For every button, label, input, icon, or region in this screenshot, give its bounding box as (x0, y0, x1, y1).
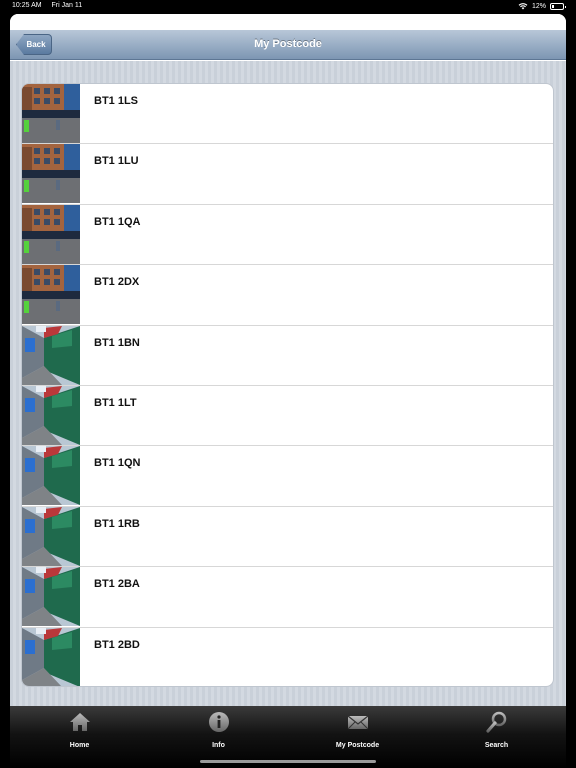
tab-label: Home (69, 742, 90, 749)
postcode-label: BT1 2BA (94, 578, 140, 591)
list-item[interactable]: BT1 1LT (22, 385, 553, 447)
list-item[interactable]: BT1 1QA (22, 204, 553, 266)
location-photo-thumbnail (22, 325, 80, 385)
status-bar: 10:25 AM Fri Jan 11 12% (0, 0, 576, 12)
tab-label: Info (212, 742, 225, 749)
postcode-label: BT1 2BD (94, 638, 140, 651)
location-photo-thumbnail (22, 627, 80, 686)
status-date: Fri Jan 11 (51, 2, 83, 9)
tab-search[interactable]: Search (427, 706, 566, 768)
postcode-label: BT1 1BN (94, 336, 140, 349)
envelope-icon (347, 715, 368, 730)
list-item[interactable]: BT1 1LS (22, 84, 553, 145)
page-title: My Postcode (254, 38, 322, 50)
postcode-label: BT1 1LT (94, 396, 137, 409)
tab-label: My Postcode (335, 742, 380, 749)
wifi-icon (518, 3, 528, 10)
tab-info[interactable]: Info (149, 706, 288, 768)
postcode-label: BT1 2DX (94, 276, 140, 289)
list-item[interactable]: BT1 1BN (22, 325, 553, 386)
postcode-label: BT1 1QA (94, 215, 141, 228)
content-area: BT1 1LS BT1 1LU BT1 1QA BT1 2DX BT1 1BN BT1 1… (10, 61, 566, 706)
magnifier-icon (485, 711, 506, 733)
tab-home[interactable]: Home (10, 706, 149, 768)
location-photo-thumbnail (22, 265, 80, 325)
list-item[interactable]: BT1 2BA (22, 567, 553, 628)
list-item[interactable]: BT1 1LU (22, 144, 553, 205)
tab-bar: Home Info My Postcode Search (10, 706, 566, 768)
home-indicator[interactable] (200, 760, 376, 763)
postcode-list: BT1 1LS BT1 1LU BT1 1QA BT1 2DX BT1 1BN BT1 1… (21, 83, 554, 687)
location-photo-thumbnail (22, 506, 80, 566)
tab-label: Search (484, 742, 509, 749)
location-photo-thumbnail (22, 84, 80, 143)
postcode-label: BT1 1QN (94, 457, 141, 470)
info-icon (208, 712, 229, 732)
house-icon (69, 713, 90, 731)
postcode-label: BT1 1LS (94, 95, 139, 107)
location-photo-thumbnail (22, 144, 80, 204)
tab-my-postcode[interactable]: My Postcode (288, 706, 427, 768)
battery-percent: 12% (531, 2, 546, 10)
location-photo-thumbnail (22, 567, 80, 627)
navigation-bar: Back My Postcode (10, 30, 566, 60)
battery-icon (550, 2, 566, 10)
location-photo-thumbnail (22, 385, 80, 445)
status-time: 10:25 AM (12, 2, 42, 9)
list-item[interactable]: BT1 1QN (22, 446, 553, 507)
list-item[interactable]: BT1 2DX (22, 265, 553, 326)
postcode-label: BT1 1LU (94, 155, 139, 168)
list-item[interactable]: BT1 2BD (22, 627, 553, 686)
postcode-label: BT1 1RB (94, 517, 140, 530)
location-photo-thumbnail (22, 446, 80, 506)
list-item[interactable]: BT1 1RB (22, 506, 553, 568)
app-window: Back My Postcode BT1 1LS BT1 1LU BT1 1QA BT… (10, 14, 566, 768)
location-photo-thumbnail (22, 204, 80, 264)
